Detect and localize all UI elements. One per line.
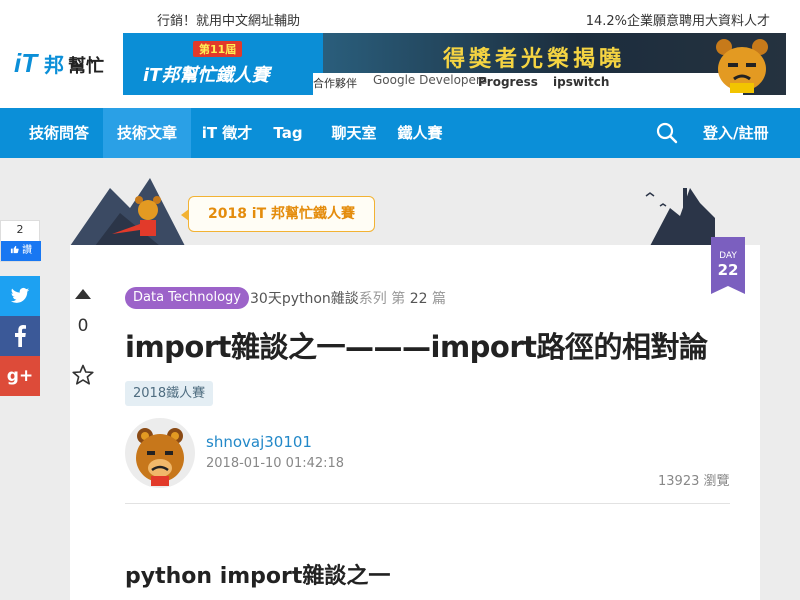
series-ordinal-suffix: 篇 — [431, 291, 446, 307]
ironman-banner-ad[interactable]: 第11屆 iT邦幫忙鐵人賽 得獎者光榮揭曉 合作夥伴 Google Develo… — [123, 33, 786, 95]
day-number: 22 — [717, 261, 739, 279]
article-section-heading: python import雜談之一 — [125, 564, 391, 589]
twitter-share-button[interactable] — [0, 276, 40, 316]
post-date: 2018-01-10 01:42:18 — [206, 456, 345, 471]
search-icon[interactable] — [656, 122, 678, 144]
banner-sponsor-ipswitch: ipswitch — [553, 75, 610, 89]
twitter-icon — [10, 287, 30, 303]
ironman-2018-badge[interactable]: 2018 iT 邦幫忙鐵人賽 — [181, 196, 375, 232]
promo-link-left[interactable]: 行銷！就用中文網址輔助 — [157, 10, 300, 29]
site-logo[interactable]: iT 邦 幫忙 — [14, 44, 114, 80]
article-tag[interactable]: 2018鐵人賽 — [125, 381, 214, 406]
banner-headline: 得獎者光榮揭曉 — [443, 46, 626, 72]
series-ordinal-prefix: 第 — [391, 291, 406, 307]
series-link[interactable]: 30天python雜談 — [250, 291, 359, 307]
series-word: 系列 — [358, 291, 387, 307]
login-register-link[interactable]: 登入/註冊 — [703, 108, 768, 158]
series-number: 22 — [409, 291, 428, 307]
category-tag[interactable]: Data Technology — [125, 287, 249, 309]
facebook-icon — [15, 325, 26, 347]
bear-mascot-icon — [716, 39, 768, 93]
facebook-like-box[interactable]: 2 讚 — [0, 220, 41, 262]
upvote-icon[interactable] — [74, 288, 92, 300]
nav-item-chat[interactable]: 聊天室 — [313, 108, 395, 158]
like-button[interactable]: 讚 — [1, 241, 41, 261]
castle-scenery-illustration — [70, 178, 715, 246]
article-title: import雜談之一———import路徑的相對論 — [125, 330, 708, 364]
day-label: DAY — [719, 251, 737, 261]
bear-avatar-icon — [136, 428, 184, 486]
nav-item-ironman[interactable]: 鐵人賽 — [385, 108, 455, 158]
nav-item-jobs[interactable]: iT 徵才 — [191, 108, 263, 158]
like-label: 讚 — [22, 245, 33, 256]
view-count: 13923 瀏覽 — [658, 474, 730, 489]
series-info: 30天python雜談系列 第 22 篇 — [250, 288, 446, 308]
svg-text:邦: 邦 — [44, 53, 64, 77]
divider — [125, 503, 730, 504]
thumbs-up-icon — [10, 245, 19, 254]
svg-text:iT: iT — [14, 48, 39, 78]
svg-text:幫忙: 幫忙 — [68, 55, 104, 77]
facebook-share-button[interactable] — [0, 316, 40, 356]
googleplus-share-button[interactable]: g+ — [0, 356, 40, 396]
promo-link-right[interactable]: 14.2%企業願意聘用大資料人才 — [586, 10, 770, 29]
ironman-band — [0, 158, 800, 246]
banner-sponsor-label: 合作夥伴 — [313, 77, 357, 90]
avatar[interactable] — [125, 418, 195, 488]
main-nav: 技術問答 技術文章 iT 徵才 Tag 聊天室 鐵人賽 登入/註冊 — [0, 108, 800, 158]
vote-count: 0 — [77, 316, 89, 336]
banner-title: iT邦幫忙鐵人賽 — [143, 65, 270, 86]
author-name-link[interactable]: shnovaj30101 — [206, 433, 312, 451]
nav-item-articles[interactable]: 技術文章 — [103, 108, 191, 158]
banner-edition: 第11屆 — [193, 41, 243, 57]
nav-item-qa[interactable]: 技術問答 — [16, 108, 102, 158]
top-header: 行銷！就用中文網址輔助 14.2%企業願意聘用大資料人才 iT 邦 幫忙 第11… — [0, 0, 800, 108]
star-icon[interactable] — [72, 364, 94, 386]
like-count: 2 — [16, 223, 24, 236]
day-ribbon: DAY 22 — [711, 237, 745, 294]
banner-sponsor-progress: Progress — [478, 75, 538, 89]
nav-item-tag[interactable]: Tag — [263, 108, 313, 158]
banner-sponsor-google: Google Developers — [373, 73, 488, 87]
